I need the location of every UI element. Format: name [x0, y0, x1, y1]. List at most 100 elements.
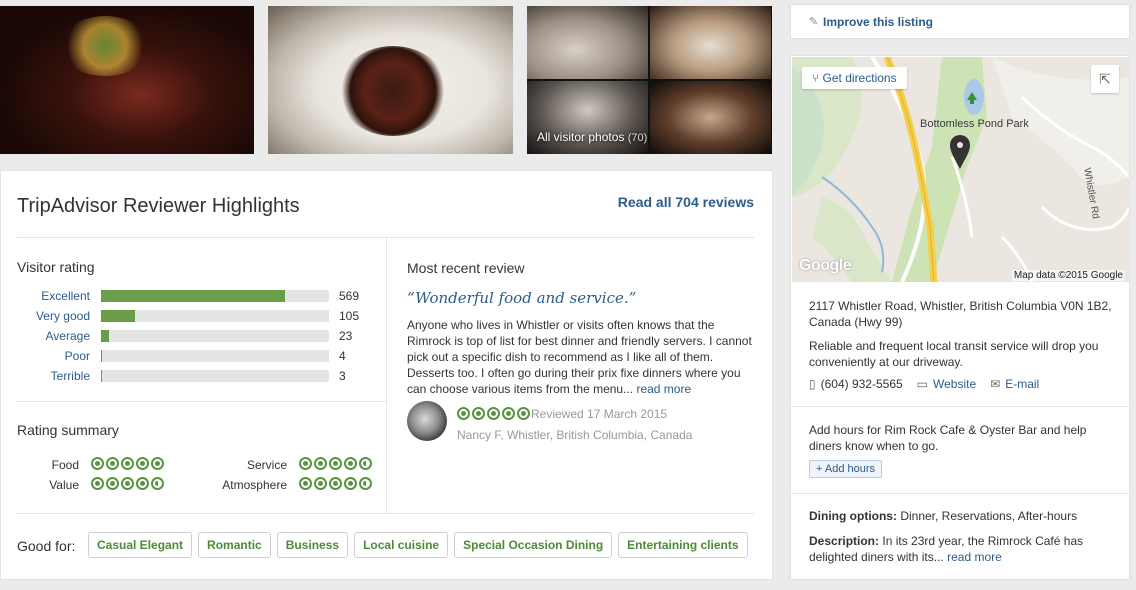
rating-bar-fill	[101, 310, 135, 322]
divider	[791, 493, 1129, 494]
visitor-photo-thumb[interactable]	[650, 81, 771, 154]
divider	[386, 238, 387, 513]
website[interactable]: ▭ Website	[917, 377, 976, 391]
summary-label: Value	[49, 478, 79, 492]
get-directions-button[interactable]: ⑂ Get directions	[802, 67, 907, 89]
tag-casual-elegant[interactable]: Casual Elegant	[88, 532, 193, 558]
map-attribution[interactable]: Map data ©2015 Google	[1011, 270, 1125, 281]
rating-bar-track	[101, 290, 329, 302]
rating-bubble-icon	[91, 457, 104, 470]
good-for-label: Good for:	[17, 538, 76, 554]
rating-count: 4	[339, 349, 346, 363]
review-title-link[interactable]: “Wonderful food and service.”	[407, 289, 636, 307]
review-text: Anyone who lives in Whistler or visits o…	[407, 317, 759, 397]
rating-bubble-icon	[359, 457, 372, 470]
rating-summary-title: Rating summary	[17, 422, 119, 438]
description-read-more-link[interactable]: read more	[947, 550, 1002, 564]
avatar[interactable]	[407, 401, 447, 441]
divider	[17, 513, 754, 514]
rating-count: 105	[339, 309, 360, 323]
tag-local-cuisine[interactable]: Local cuisine	[354, 532, 449, 558]
add-hours-button[interactable]: + Add hours	[809, 460, 883, 478]
phone-number: (604) 932-5565	[820, 377, 903, 391]
envelope-icon: ✉	[990, 377, 1001, 391]
contact-row: ▯ (604) 932-5565 ▭ Website ✉ E-mail	[809, 377, 1039, 391]
rating-bubble-icon	[136, 457, 149, 470]
website-link[interactable]: Website	[933, 377, 976, 391]
review-bubble-rating	[457, 407, 530, 420]
rating-row-poor[interactable]: Poor 4	[17, 348, 367, 364]
reviewer-highlights-panel: TripAdvisor Reviewer Highlights Read all…	[0, 170, 773, 580]
tag-special-occasion-dining[interactable]: Special Occasion Dining	[454, 532, 613, 558]
rating-bubble-icon	[91, 477, 104, 490]
rating-bubble-icon	[121, 477, 134, 490]
rating-bubble-icon	[344, 457, 357, 470]
transit-info: Reliable and frequent local transit serv…	[809, 339, 1099, 369]
reviewer-name: Nancy F, Whistler, British Columbia, Can…	[457, 428, 693, 442]
visitor-photo-thumb[interactable]	[527, 6, 648, 79]
all-visitor-photos-label: All visitor photos	[537, 130, 625, 144]
map-park-label: Bottomless Pond Park	[920, 118, 1029, 130]
improve-listing-link[interactable]: Improve this listing	[823, 15, 933, 29]
pencil-icon: ✎	[809, 16, 819, 28]
rating-bar-track	[101, 370, 329, 382]
phone: ▯ (604) 932-5565	[809, 377, 903, 391]
rating-label[interactable]: Poor	[65, 349, 90, 363]
photo-count: (70)	[627, 132, 648, 144]
summary-label: Service	[246, 458, 287, 472]
photo-2[interactable]	[268, 6, 513, 154]
photo-1[interactable]	[0, 6, 254, 154]
rating-bar-fill	[101, 290, 286, 302]
read-all-reviews-link[interactable]: Read all 704 reviews	[618, 194, 754, 210]
rating-label[interactable]: Terrible	[51, 369, 90, 383]
rating-bubble-icon	[121, 457, 134, 470]
rating-bubble-icon	[314, 457, 327, 470]
rating-bubble-icon	[151, 457, 164, 470]
rating-bubble-icon	[136, 477, 149, 490]
summary-food: Food	[52, 457, 164, 473]
bubble-rating	[91, 457, 164, 470]
rating-label[interactable]: Excellent	[41, 289, 90, 303]
rating-bubble-icon	[457, 407, 470, 420]
all-visitor-photos-link[interactable]: All visitor photos (70)	[537, 130, 647, 144]
map[interactable]: ⑂ Get directions ⇱ Bottomless Pond Park …	[792, 57, 1129, 282]
rating-bubble-icon	[344, 477, 357, 490]
visitor-photo-thumb[interactable]	[650, 6, 771, 79]
most-recent-review-title: Most recent review	[407, 260, 525, 276]
rating-bubble-icon	[299, 457, 312, 470]
read-more-link[interactable]: read more	[636, 382, 691, 396]
divider	[791, 406, 1129, 407]
rating-bubble-icon	[329, 457, 342, 470]
bubble-rating	[299, 457, 372, 470]
rating-bubble-icon	[359, 477, 372, 490]
rating-bubble-icon	[329, 477, 342, 490]
rating-bar-fill	[101, 350, 103, 362]
rating-bubble-icon	[472, 407, 485, 420]
review-body: Anyone who lives in Whistler or visits o…	[407, 318, 752, 396]
rating-bar-fill	[101, 370, 102, 382]
address: 2117 Whistler Road, Whistler, British Co…	[809, 299, 1112, 329]
rating-row-average[interactable]: Average 23	[17, 328, 367, 344]
tag-romantic[interactable]: Romantic	[198, 532, 271, 558]
email[interactable]: ✉ E-mail	[990, 377, 1039, 391]
rating-label[interactable]: Very good	[36, 309, 90, 323]
dining-value: Dinner, Reservations, After-hours	[900, 509, 1078, 523]
description: Description: In its 23rd year, the Rimro…	[809, 533, 1119, 565]
rating-count: 23	[339, 329, 353, 343]
improve-listing-box: ✎ Improve this listing	[790, 4, 1130, 39]
add-hours-text: Add hours for Rim Rock Cafe & Oyster Bar…	[809, 423, 1087, 453]
rating-label[interactable]: Average	[46, 329, 90, 343]
google-logo: Google	[799, 257, 852, 274]
rating-row-terrible[interactable]: Terrible 3	[17, 368, 367, 384]
rating-row-excellent[interactable]: Excellent 569	[17, 288, 367, 304]
expand-map-icon[interactable]: ⇱	[1091, 65, 1119, 93]
description-label: Description:	[809, 534, 880, 548]
tag-entertaining-clients[interactable]: Entertaining clients	[618, 532, 748, 558]
summary-service: Service	[247, 457, 372, 473]
visitor-photos-grid[interactable]: All visitor photos (70)	[527, 6, 772, 154]
good-for-tags: Casual Elegant Romantic Business Local c…	[88, 532, 748, 558]
email-link[interactable]: E-mail	[1005, 377, 1039, 391]
rating-row-very-good[interactable]: Very good 105	[17, 308, 367, 324]
tag-business[interactable]: Business	[276, 532, 349, 558]
rating-bubble-icon	[106, 477, 119, 490]
